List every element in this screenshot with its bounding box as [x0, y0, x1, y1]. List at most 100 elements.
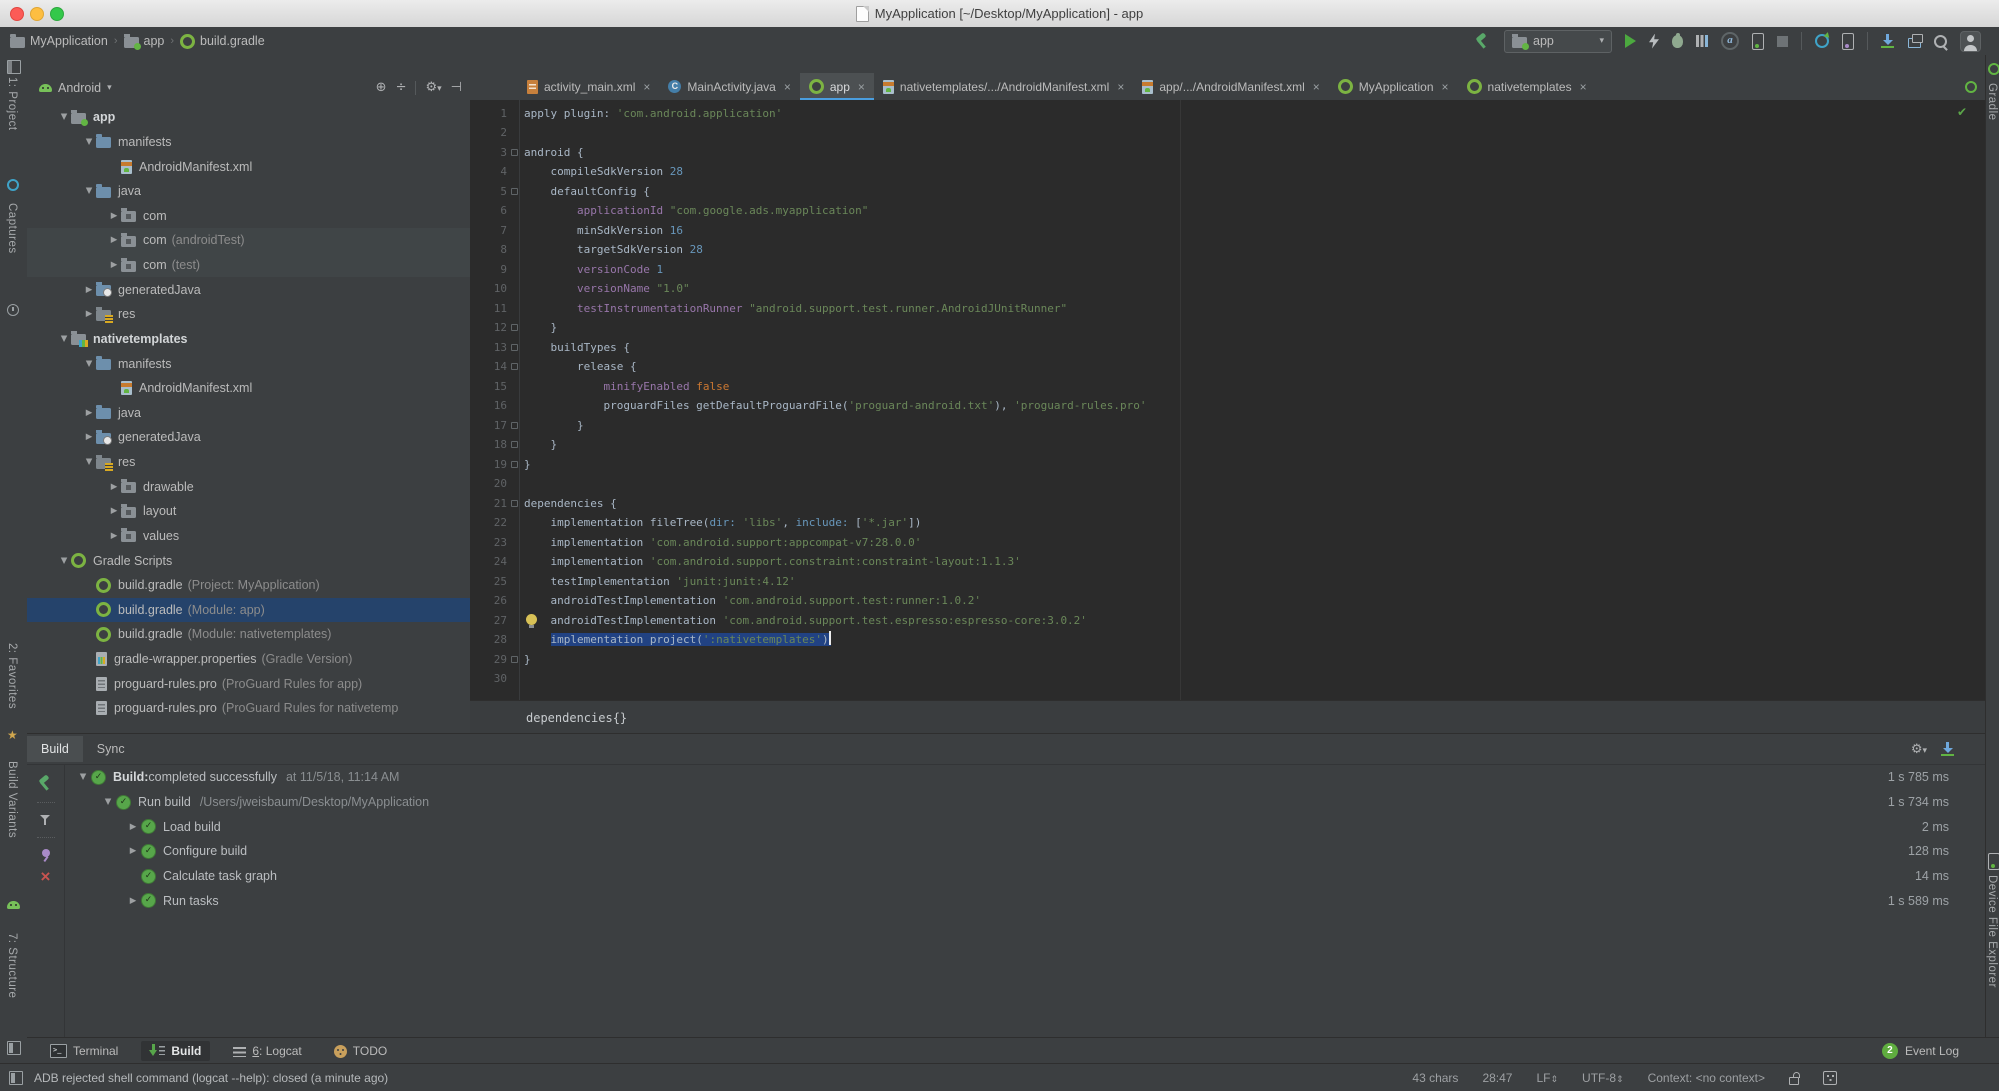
- code-line[interactable]: implementation fileTree(dir: 'libs', inc…: [524, 513, 1147, 533]
- code-line[interactable]: android {: [524, 143, 1147, 163]
- fold-marker-icon[interactable]: [511, 421, 518, 429]
- tree-expanded-arrow-icon[interactable]: ▼: [57, 334, 71, 344]
- project-structure-icon[interactable]: [1908, 34, 1923, 48]
- build-panel-tab-build[interactable]: Build: [27, 736, 83, 762]
- tree-item[interactable]: ▶ layout: [27, 499, 470, 524]
- tool-window-button-build[interactable]: Build: [141, 1041, 211, 1061]
- select-device-icon[interactable]: [1752, 32, 1764, 50]
- tree-expanded-arrow-icon[interactable]: ▼: [82, 186, 96, 196]
- code-line[interactable]: compileSdkVersion 28: [524, 162, 1147, 182]
- tree-collapsed-arrow-icon[interactable]: ▶: [107, 211, 121, 221]
- build-output-row[interactable]: ▼ Run build/Users/jweisbaum/Desktop/MyApp…: [65, 790, 1985, 815]
- tree-collapsed-arrow-icon[interactable]: ▶: [107, 235, 121, 245]
- tree-item[interactable]: AndroidManifest.xml: [27, 376, 470, 401]
- tool-stripe-captures[interactable]: Captures: [6, 203, 18, 254]
- status-widget[interactable]: 43 chars: [1412, 1071, 1458, 1085]
- tree-item[interactable]: ▼ manifests: [27, 351, 470, 376]
- build-output-row[interactable]: Calculate task graph 14 ms: [65, 864, 1985, 889]
- tree-item[interactable]: ▶ drawable: [27, 474, 470, 499]
- tree-item[interactable]: build.gradle (Module: app): [27, 597, 470, 623]
- run-button[interactable]: [1625, 34, 1636, 48]
- status-message[interactable]: ADB rejected shell command (logcat --hel…: [34, 1071, 388, 1085]
- tab-close-icon[interactable]: ×: [784, 80, 791, 94]
- editor-code[interactable]: apply plugin: 'com.android.application' a…: [524, 104, 1147, 689]
- tree-collapsed-arrow-icon[interactable]: ▶: [125, 822, 141, 832]
- locate-file-icon[interactable]: ⊕: [376, 81, 387, 94]
- fold-marker-icon[interactable]: [511, 441, 518, 448]
- build-output-row[interactable]: ▶ Configure build 128 ms: [65, 839, 1985, 864]
- structure-tool-icon[interactable]: [7, 1041, 21, 1055]
- tree-expanded-arrow-icon[interactable]: ▼: [82, 457, 96, 467]
- tree-collapsed-arrow-icon[interactable]: ▶: [107, 260, 121, 270]
- editor-tab[interactable]: nativetemplates/.../AndroidManifest.xml ×: [874, 73, 1133, 100]
- tree-collapsed-arrow-icon[interactable]: ▶: [82, 309, 96, 319]
- event-log-button[interactable]: 2 Event Log: [1881, 1043, 1959, 1059]
- code-line[interactable]: testImplementation 'junit:junit:4.12': [524, 572, 1147, 592]
- tree-collapsed-arrow-icon[interactable]: ▶: [82, 432, 96, 442]
- editor-tab[interactable]: app/.../AndroidManifest.xml ×: [1133, 73, 1328, 100]
- tool-stripe-project[interactable]: 1: Project: [6, 77, 18, 131]
- fold-marker-icon[interactable]: [511, 499, 518, 507]
- gradle-tool-icon[interactable]: [1988, 63, 1999, 75]
- code-line[interactable]: }: [524, 416, 1147, 436]
- code-line[interactable]: [524, 474, 1147, 494]
- pin-tab-icon[interactable]: [41, 849, 50, 857]
- tree-expanded-arrow-icon[interactable]: ▼: [100, 797, 116, 807]
- tool-window-switcher-icon[interactable]: [9, 1071, 23, 1085]
- export-icon[interactable]: [1941, 742, 1955, 756]
- tree-collapsed-arrow-icon[interactable]: ▶: [82, 408, 96, 418]
- editor-tab[interactable]: MainActivity.java ×: [659, 73, 800, 100]
- tab-close-icon[interactable]: ×: [858, 80, 865, 94]
- hide-panel-icon[interactable]: ⊣: [451, 81, 462, 94]
- stop-button[interactable]: [1777, 35, 1788, 47]
- fold-marker-icon[interactable]: [511, 460, 518, 468]
- tree-collapsed-arrow-icon[interactable]: ▶: [125, 846, 141, 856]
- tool-stripe-structure[interactable]: 7: Structure: [6, 933, 18, 998]
- code-line[interactable]: versionCode 1: [524, 260, 1147, 280]
- tree-collapsed-arrow-icon[interactable]: ▶: [107, 482, 121, 492]
- code-line[interactable]: dependencies {: [524, 494, 1147, 514]
- tree-item[interactable]: build.gradle (Project: MyApplication): [27, 573, 470, 598]
- build-output-row[interactable]: ▶ Run tasks 1 s 589 ms: [65, 888, 1985, 913]
- android-icon[interactable]: [7, 901, 20, 909]
- gear-icon[interactable]: ⚙▾: [1911, 743, 1927, 756]
- editor-tab[interactable]: app ×: [799, 73, 874, 101]
- status-widget[interactable]: 28:47: [1482, 1071, 1512, 1085]
- fold-marker-icon[interactable]: [511, 324, 518, 331]
- code-line[interactable]: [524, 123, 1147, 143]
- build-output-row[interactable]: ▶ Load build 2 ms: [65, 814, 1985, 839]
- tab-close-icon[interactable]: ×: [1580, 80, 1587, 94]
- code-line[interactable]: }: [524, 435, 1147, 455]
- close-window-button[interactable]: [10, 7, 24, 21]
- fold-marker-icon[interactable]: [511, 187, 518, 195]
- collapse-all-icon[interactable]: ÷: [396, 81, 407, 94]
- tree-item[interactable]: gradle-wrapper.properties (Gradle Version…: [27, 647, 470, 672]
- avatar[interactable]: [1960, 30, 1981, 52]
- captures-tool-icon[interactable]: [7, 179, 19, 191]
- tool-stripe-device-file-explorer[interactable]: Device File Explorer: [1986, 875, 1998, 988]
- tree-item[interactable]: AndroidManifest.xml: [27, 154, 470, 179]
- status-widget[interactable]: UTF-8⇕: [1582, 1071, 1624, 1085]
- intention-lightbulb-icon[interactable]: [526, 613, 537, 628]
- code-line[interactable]: targetSdkVersion 28: [524, 240, 1147, 260]
- tool-stripe-favorites[interactable]: 2: Favorites: [6, 643, 18, 709]
- tree-item[interactable]: proguard-rules.pro (ProGuard Rules for na…: [27, 696, 470, 721]
- tree-item[interactable]: ▶ values: [27, 524, 470, 549]
- code-line[interactable]: implementation project(':nativetemplates…: [524, 630, 1147, 650]
- tree-collapsed-arrow-icon[interactable]: ▶: [107, 506, 121, 516]
- tree-item[interactable]: ▶ generatedJava: [27, 425, 470, 450]
- code-editor[interactable]: 1 2 3 4 5 6 7 8 9 10 11 12 13 14 15 16 17 18 19 20 21 22 23 24 2…: [470, 100, 1985, 700]
- favorites-star-icon[interactable]: ★: [7, 729, 18, 741]
- tool-stripe-build-variants[interactable]: Build Variants: [6, 761, 18, 838]
- breadcrumb-item[interactable]: build.gradle: [180, 33, 265, 49]
- editor-tab[interactable]: activity_main.xml ×: [518, 73, 659, 100]
- code-line[interactable]: implementation 'com.android.support:appc…: [524, 533, 1147, 553]
- tree-item[interactable]: ▶ com: [27, 204, 470, 229]
- breadcrumb-item[interactable]: app: [123, 33, 164, 50]
- project-tool-icon[interactable]: [7, 60, 21, 74]
- minimize-window-button[interactable]: [30, 7, 44, 21]
- tree-expanded-arrow-icon[interactable]: ▼: [82, 359, 96, 369]
- search-everywhere-icon[interactable]: [1934, 34, 1947, 48]
- maximize-window-button[interactable]: [50, 7, 64, 21]
- code-line[interactable]: apply plugin: 'com.android.application': [524, 104, 1147, 124]
